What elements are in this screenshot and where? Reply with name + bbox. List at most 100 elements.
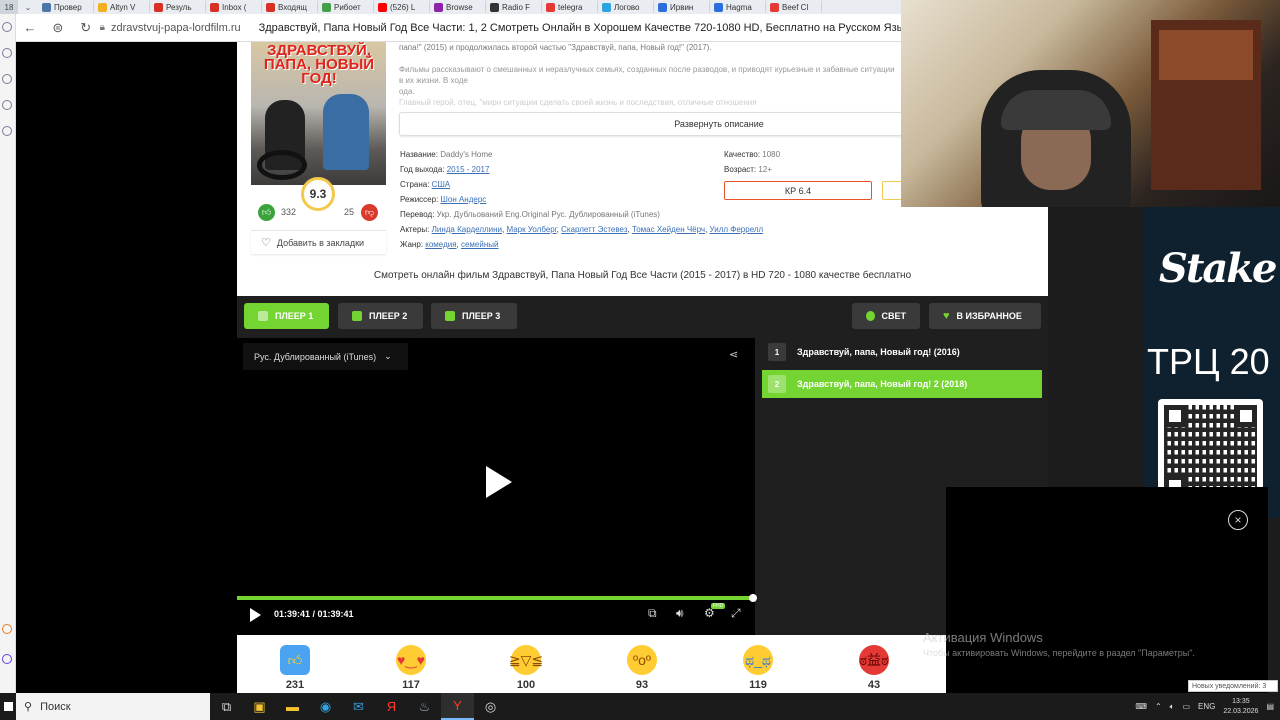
- file-explorer-icon[interactable]: ▬: [276, 693, 309, 720]
- yandex-icon[interactable]: Я: [375, 693, 408, 720]
- year-link[interactable]: 2015 - 2017: [447, 165, 490, 174]
- back-arrow-icon[interactable]: ←: [16, 14, 44, 42]
- notifications-icon[interactable]: ▤: [1266, 702, 1274, 711]
- audio-track-select[interactable]: Рус. Дублированный (iTunes) ⌄: [243, 343, 408, 370]
- browser-tab[interactable]: Ирвин: [654, 1, 710, 13]
- thumbs-down-icon[interactable]: 👎︎: [361, 204, 378, 221]
- mail-icon[interactable]: ✉: [342, 693, 375, 720]
- movie-poster[interactable]: ЗДРАВСТВУЙ, ПАПА, НОВЫЙ ГОД!: [251, 42, 386, 185]
- episode-item[interactable]: 1 Здравствуй, папа, Новый год! (2016): [762, 338, 1042, 366]
- stake-logo: Stake: [1159, 245, 1277, 292]
- reaction-surprised[interactable]: ºoº 93: [622, 645, 662, 691]
- task-view-icon[interactable]: ⧉: [210, 693, 243, 720]
- reaction-crying[interactable]: ಥ_ಥ 119: [738, 645, 778, 691]
- language-indicator[interactable]: ENG: [1198, 702, 1215, 711]
- director-link[interactable]: Шон Андерс: [441, 195, 487, 204]
- browser-tab[interactable]: Radio F: [486, 1, 542, 13]
- add-favorite-button[interactable]: ♥ В ИЗБРАННОЕ: [929, 303, 1041, 329]
- actor-link[interactable]: Уилл Феррелл: [710, 225, 764, 234]
- progress-handle[interactable]: [749, 594, 757, 602]
- reaction-heart-eyes[interactable]: ♥‿♥ 117: [391, 645, 431, 691]
- country-link[interactable]: США: [432, 180, 450, 189]
- yandex-browser-icon[interactable]: Y: [441, 693, 474, 720]
- browser-tab[interactable]: telegra: [542, 1, 598, 13]
- genre-link[interactable]: комедия: [425, 240, 456, 249]
- thumbs-up-icon[interactable]: 👍︎: [258, 204, 275, 221]
- actor-link[interactable]: Томас Хейден Чёрч: [632, 225, 705, 234]
- network-icon[interactable]: ▭: [1182, 702, 1190, 711]
- kp-rating-badge[interactable]: КР 6.4: [724, 181, 872, 200]
- reaction-thumbs-up[interactable]: 👍︎ 231: [275, 645, 315, 691]
- sidebar-icon[interactable]: [2, 48, 12, 58]
- taskbar-search[interactable]: ⚲ Поиск: [16, 693, 210, 720]
- browser-tab[interactable]: Browse: [430, 1, 486, 13]
- chevron-down-icon[interactable]: ⌄: [18, 3, 38, 12]
- qr-pattern: [1164, 405, 1257, 497]
- light-toggle-button[interactable]: СВЕТ: [852, 303, 920, 329]
- sidebar-icon[interactable]: [2, 100, 12, 110]
- keyboard-icon[interactable]: ⌨: [1135, 702, 1147, 711]
- episode-item-active[interactable]: 2 Здравствуй, папа, Новый год! 2 (2018): [762, 370, 1042, 398]
- fullscreen-icon[interactable]: ⤢: [731, 606, 741, 621]
- clock[interactable]: 13:35 22.03.2026: [1223, 697, 1258, 717]
- obs-icon[interactable]: ◎: [474, 693, 507, 720]
- sidebar-icon[interactable]: [2, 126, 12, 136]
- share-icon[interactable]: ⋖: [729, 348, 738, 361]
- browser-tab[interactable]: Beef Cl: [766, 1, 822, 13]
- close-icon[interactable]: ×: [1228, 510, 1248, 530]
- add-bookmark-button[interactable]: ♡ Добавить в закладки: [251, 230, 386, 254]
- store-icon[interactable]: ▣: [243, 693, 276, 720]
- browser-tab[interactable]: (526) L: [374, 1, 430, 13]
- actor-link[interactable]: Скарлетт Эстевез: [561, 225, 627, 234]
- watch-heading: Смотреть онлайн фильм Здравствуй, Папа Н…: [373, 270, 912, 281]
- browser-tab[interactable]: Inbox (: [206, 1, 262, 13]
- poster-title: ЗДРАВСТВУЙ, ПАПА, НОВЫЙ ГОД!: [263, 42, 375, 87]
- player-1-button[interactable]: ПЛЕЕР 1: [244, 303, 329, 329]
- start-button[interactable]: [0, 693, 16, 720]
- play-button[interactable]: [250, 608, 261, 622]
- volume-icon[interactable]: 🔊︎: [676, 606, 684, 621]
- browser-tab[interactable]: Рибоет: [318, 1, 374, 13]
- edge-browser-icon[interactable]: ◉: [309, 693, 342, 720]
- browser-tab[interactable]: Hagma: [710, 1, 766, 13]
- webcam-shelf: [1159, 30, 1253, 80]
- video-player[interactable]: Рус. Дублированный (iTunes) ⌄ ⋖ 01:39:41…: [237, 338, 757, 635]
- browser-tab[interactable]: Логово: [598, 1, 654, 13]
- reaction-count: 93: [635, 679, 649, 691]
- player-button-label: ПЛЕЕР 2: [369, 311, 408, 321]
- genre-link[interactable]: семейный: [461, 240, 499, 249]
- player-2-button[interactable]: ПЛЕЕР 2: [338, 303, 423, 329]
- sidebar-icon[interactable]: [2, 654, 12, 664]
- tab-counter[interactable]: 18: [0, 0, 18, 14]
- clock-time: 13:35: [1232, 697, 1250, 705]
- sidebar-icon[interactable]: [2, 22, 12, 32]
- actor-link[interactable]: Марк Уолберг: [506, 225, 556, 234]
- steam-icon[interactable]: ♨: [408, 693, 441, 720]
- browser-tab[interactable]: Провер: [38, 1, 94, 13]
- actor-link[interactable]: Линда Карделлини: [432, 225, 502, 234]
- tab-favicon-icon: [434, 2, 443, 12]
- search-placeholder: Поиск: [40, 700, 71, 713]
- reaction-laughing[interactable]: ≧▽≦ 100: [506, 645, 546, 691]
- player-3-button[interactable]: ПЛЕЕР 3: [431, 303, 517, 329]
- progress-bar[interactable]: [237, 594, 757, 602]
- browser-tab[interactable]: Резуль: [150, 1, 206, 13]
- reload-icon[interactable]: ↻: [72, 14, 100, 42]
- lock-icon[interactable]: 🔒︎: [100, 22, 105, 33]
- browser-tab[interactable]: Altyn V: [94, 1, 150, 13]
- heart-icon: ♡: [261, 237, 271, 249]
- notification-toast[interactable]: Новых уведомлений: 3: [1188, 680, 1278, 692]
- speaker-icon[interactable]: 🔈︎: [1170, 702, 1175, 712]
- tab-label: Altyn V: [110, 2, 136, 12]
- sidebar-icon[interactable]: [2, 624, 12, 634]
- big-play-button[interactable]: [486, 466, 512, 498]
- info-label: Режиссер:: [400, 195, 439, 204]
- reaction-angry[interactable]: ಠ益ಠ 43: [854, 645, 894, 691]
- sidebar-icon[interactable]: [2, 74, 12, 84]
- chevron-up-icon[interactable]: ⌃: [1155, 702, 1162, 711]
- reader-mode-icon[interactable]: ⊜: [44, 14, 72, 42]
- url-text[interactable]: zdravstvuj-papa-lordfilm.ru: [111, 22, 241, 34]
- browser-tab[interactable]: Входящ: [262, 1, 318, 13]
- search-icon: ⚲: [24, 701, 33, 713]
- picture-in-picture-icon[interactable]: ⧉: [648, 606, 657, 621]
